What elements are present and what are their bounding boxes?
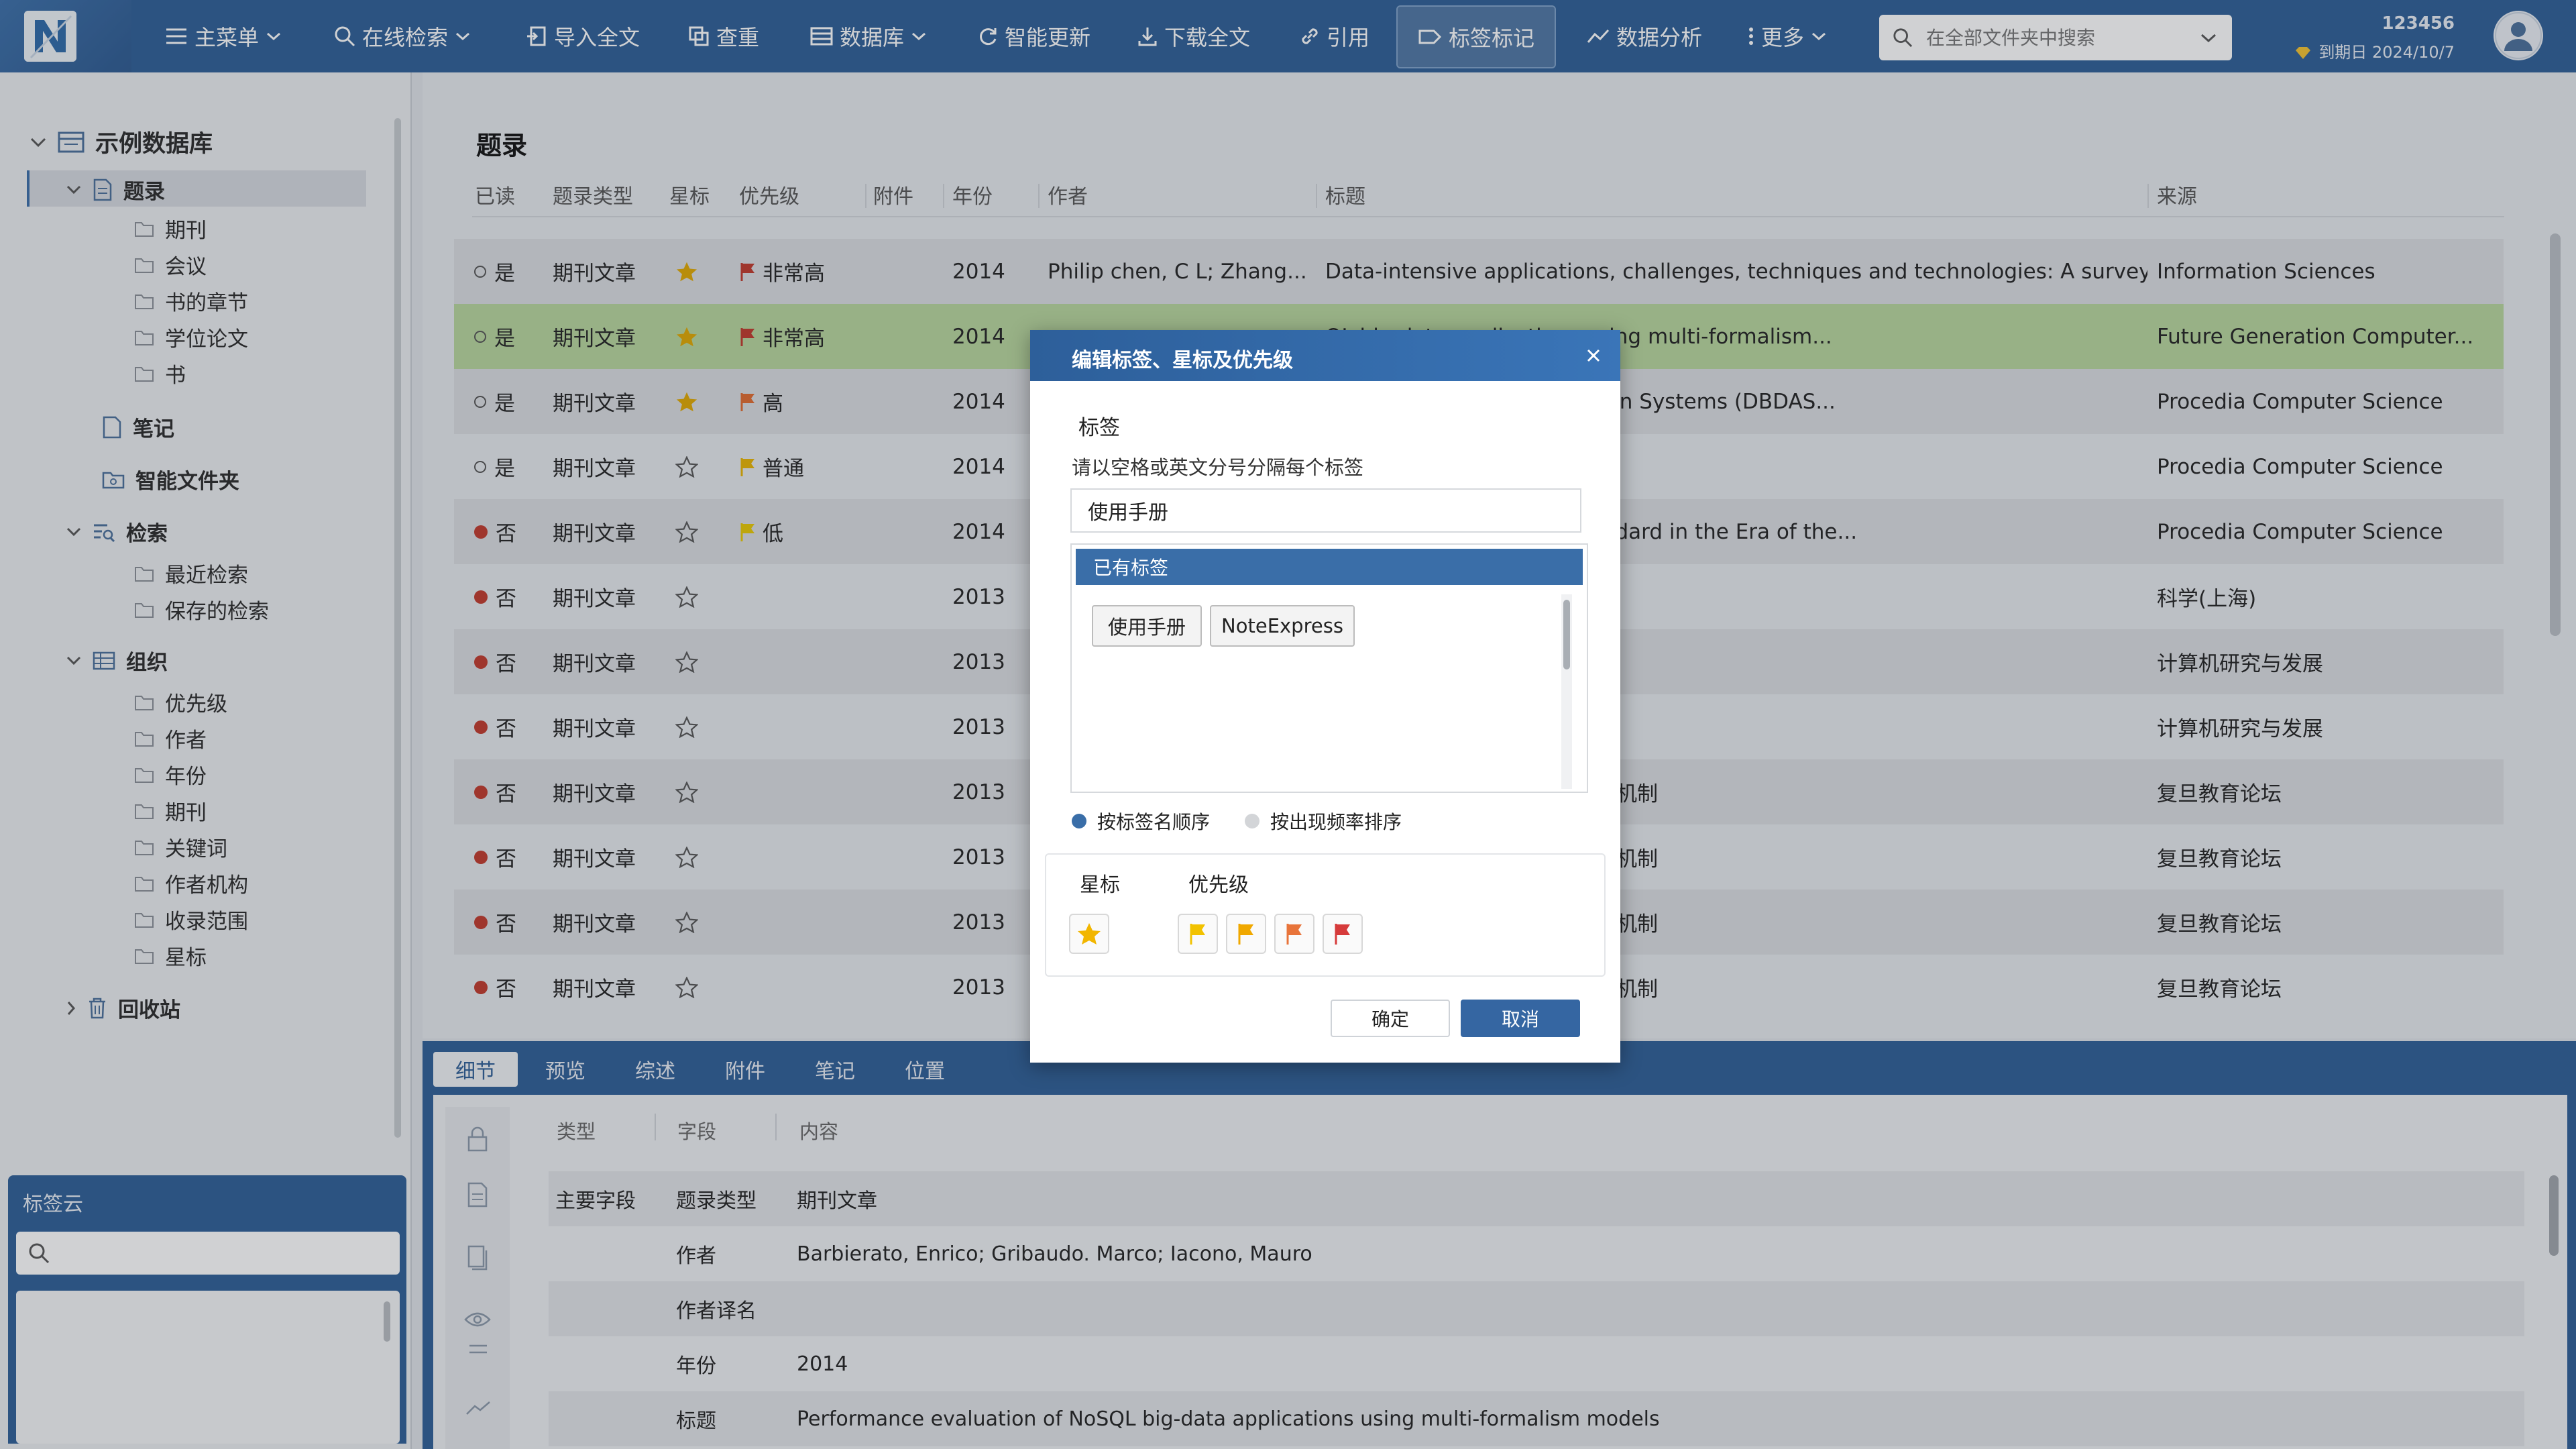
sort-by-frequency-radio[interactable]: 按出现频率排序: [1245, 808, 1402, 835]
radio-label: 按出现频率排序: [1270, 811, 1402, 833]
tag-chip[interactable]: 使用手册: [1092, 605, 1202, 647]
dialog-title: 编辑标签、星标及优先级: [1072, 349, 1293, 372]
star-priority-box: 星标 优先级: [1045, 853, 1606, 977]
radio-label: 按标签名顺序: [1097, 811, 1211, 833]
existing-tags-header: 已有标签: [1076, 549, 1583, 585]
radio-checked-icon: [1072, 814, 1086, 828]
star-icon: [1076, 922, 1102, 946]
existing-tags-scrollbar[interactable]: [1563, 600, 1570, 669]
flag-red-icon: [1333, 922, 1353, 946]
priority-flag-button[interactable]: [1226, 914, 1266, 954]
sort-by-name-radio[interactable]: 按标签名顺序: [1072, 808, 1210, 835]
tag-hint-text: 请以空格或英文分号分隔每个标签: [1072, 456, 1364, 479]
cancel-button[interactable]: 取消: [1461, 1000, 1580, 1037]
flag-gold-icon: [1236, 922, 1256, 946]
tag-section-label: 标签: [1078, 416, 1120, 440]
priority-flag-button[interactable]: [1178, 914, 1218, 954]
flag-yellow-icon: [1188, 922, 1208, 946]
edit-tags-dialog: 编辑标签、星标及优先级 标签 请以空格或英文分号分隔每个标签 已有标签 使用手册…: [1030, 330, 1620, 1063]
priority-section-label: 优先级: [1188, 873, 1249, 897]
ok-button[interactable]: 确定: [1331, 1000, 1450, 1037]
existing-tags-box: 已有标签 使用手册 NoteExpress: [1070, 543, 1588, 793]
priority-flag-button[interactable]: [1274, 914, 1314, 954]
priority-flag-button[interactable]: [1323, 914, 1363, 954]
tag-chip[interactable]: NoteExpress: [1210, 605, 1355, 647]
tag-input[interactable]: [1070, 488, 1581, 533]
radio-unchecked-icon: [1245, 814, 1259, 828]
existing-tags-scroll-track: [1561, 594, 1572, 789]
dialog-titlebar: 编辑标签、星标及优先级: [1030, 330, 1620, 381]
star-section-label: 星标: [1080, 873, 1120, 897]
flag-orange-icon: [1284, 922, 1304, 946]
close-icon[interactable]: [1583, 345, 1604, 366]
star-toggle-button[interactable]: [1069, 914, 1109, 954]
